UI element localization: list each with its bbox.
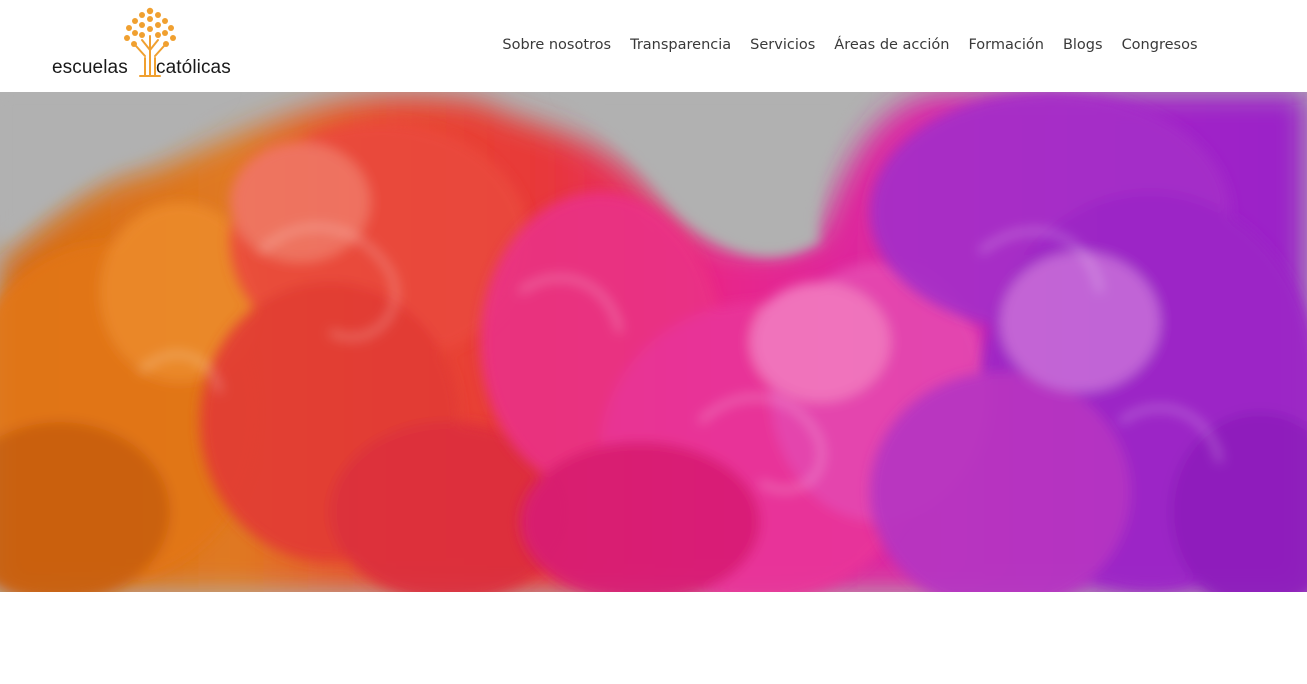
nav-item-formacion[interactable]: Formación <box>959 34 1053 56</box>
main-navigation: Sobre nosotros Transparencia Servicios Á… <box>493 34 1207 56</box>
page-content-area <box>0 592 1307 684</box>
hero-slider[interactable] <box>0 92 1307 592</box>
site-logo[interactable]: escuelas católicas <box>52 6 252 82</box>
logo-word-escuelas: escuelas <box>52 57 128 78</box>
site-header: escuelas católicas Sobre nosotros Transp… <box>0 0 1307 92</box>
nav-item-transparencia[interactable]: Transparencia <box>621 34 741 56</box>
nav-item-congresos[interactable]: Congresos <box>1112 34 1207 56</box>
nav-item-areas-de-accion[interactable]: Áreas de acción <box>825 34 959 56</box>
nav-item-servicios[interactable]: Servicios <box>741 34 825 56</box>
hero-slide-image <box>0 92 1307 592</box>
nav-item-sobre-nosotros[interactable]: Sobre nosotros <box>493 34 621 56</box>
nav-item-blogs[interactable]: Blogs <box>1053 34 1112 56</box>
logo-word-catolicas: católicas <box>156 57 231 78</box>
